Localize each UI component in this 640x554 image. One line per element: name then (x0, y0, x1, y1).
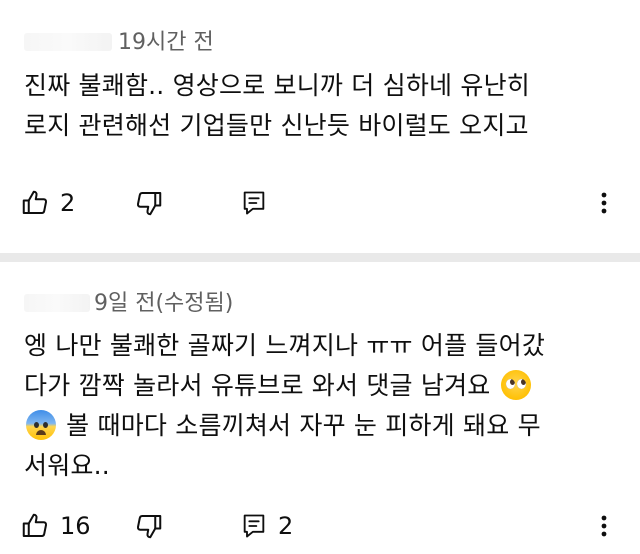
thumbs-down-icon (136, 192, 162, 216)
reply-comment-icon (243, 191, 265, 215)
reply-count: 2 (278, 512, 294, 540)
comment-author-redacted[interactable] (24, 33, 112, 51)
comment-item: 19시간 전 진짜 불쾌함.. 영상으로 보니까 더 심하네 유난히로지 관련해… (0, 0, 640, 253)
pleading-face-emoji (500, 370, 531, 400)
anxious-face-with-sweat-emoji (26, 410, 56, 440)
comment-divider (0, 253, 640, 262)
thumbs-up-icon (22, 190, 48, 214)
more-vertical-icon (601, 515, 607, 537)
more-vertical-icon (601, 192, 607, 214)
like-count: 2 (60, 189, 76, 217)
comment-meta: 9일 전(수정됨) (24, 285, 233, 317)
dislike-button[interactable] (134, 506, 164, 546)
comment-meta: 19시간 전 (24, 24, 214, 56)
thumbs-down-icon (136, 515, 162, 539)
comment-actions: 2 (0, 183, 640, 223)
like-button[interactable]: 2 (20, 183, 75, 223)
comment-text-line: 로지 관련해선 기업들만 신난듯 바이럴도 오지고 (24, 111, 529, 140)
comment-text: 진짜 불쾌함.. 영상으로 보니까 더 심하네 유난히로지 관련해선 기업들만 … (24, 66, 616, 146)
comment-item: 9일 전(수정됨) 엥 나만 불쾌한 골짜기 느껴지나 ㅠㅠ 어플 들어갔다가 … (0, 262, 640, 554)
comment-text-line: 볼 때마다 소름끼쳐서 자꾸 눈 피하게 돼요 무 (24, 406, 616, 446)
reply-button[interactable]: 2 (240, 506, 293, 546)
comment-text: 엥 나만 불쾌한 골짜기 느껴지나 ㅠㅠ 어플 들어갔다가 깜짝 놀라서 유튜브… (24, 326, 616, 486)
like-count: 16 (60, 512, 91, 540)
thumbs-up-icon (22, 513, 48, 537)
comment-text-segment: 다가 깜짝 놀라서 유튜브로 와서 댓글 남겨요 (24, 371, 499, 400)
more-options-button[interactable] (592, 506, 616, 546)
comment-text-line: 서워요.. (24, 451, 110, 480)
comment-text-segment: 볼 때마다 소름끼쳐서 자꾸 눈 피하게 돼요 무 (58, 411, 541, 440)
reply-comment-icon (243, 514, 265, 538)
like-button[interactable]: 16 (20, 506, 91, 546)
dislike-button[interactable] (134, 183, 164, 223)
reply-button[interactable] (240, 183, 278, 223)
comment-time: 9일 전(수정됨) (94, 291, 234, 316)
more-options-button[interactable] (592, 183, 616, 223)
comment-text-line: 진짜 불쾌함.. 영상으로 보니까 더 심하네 유난히 (24, 71, 530, 100)
comment-author-redacted[interactable] (24, 294, 90, 312)
comment-actions: 16 2 (0, 506, 640, 546)
comment-time: 19시간 전 (118, 30, 214, 55)
comment-text-line: 엥 나만 불쾌한 골짜기 느껴지나 ㅠㅠ 어플 들어갔 (24, 331, 546, 360)
comment-text-line: 다가 깜짝 놀라서 유튜브로 와서 댓글 남겨요 (24, 366, 616, 406)
